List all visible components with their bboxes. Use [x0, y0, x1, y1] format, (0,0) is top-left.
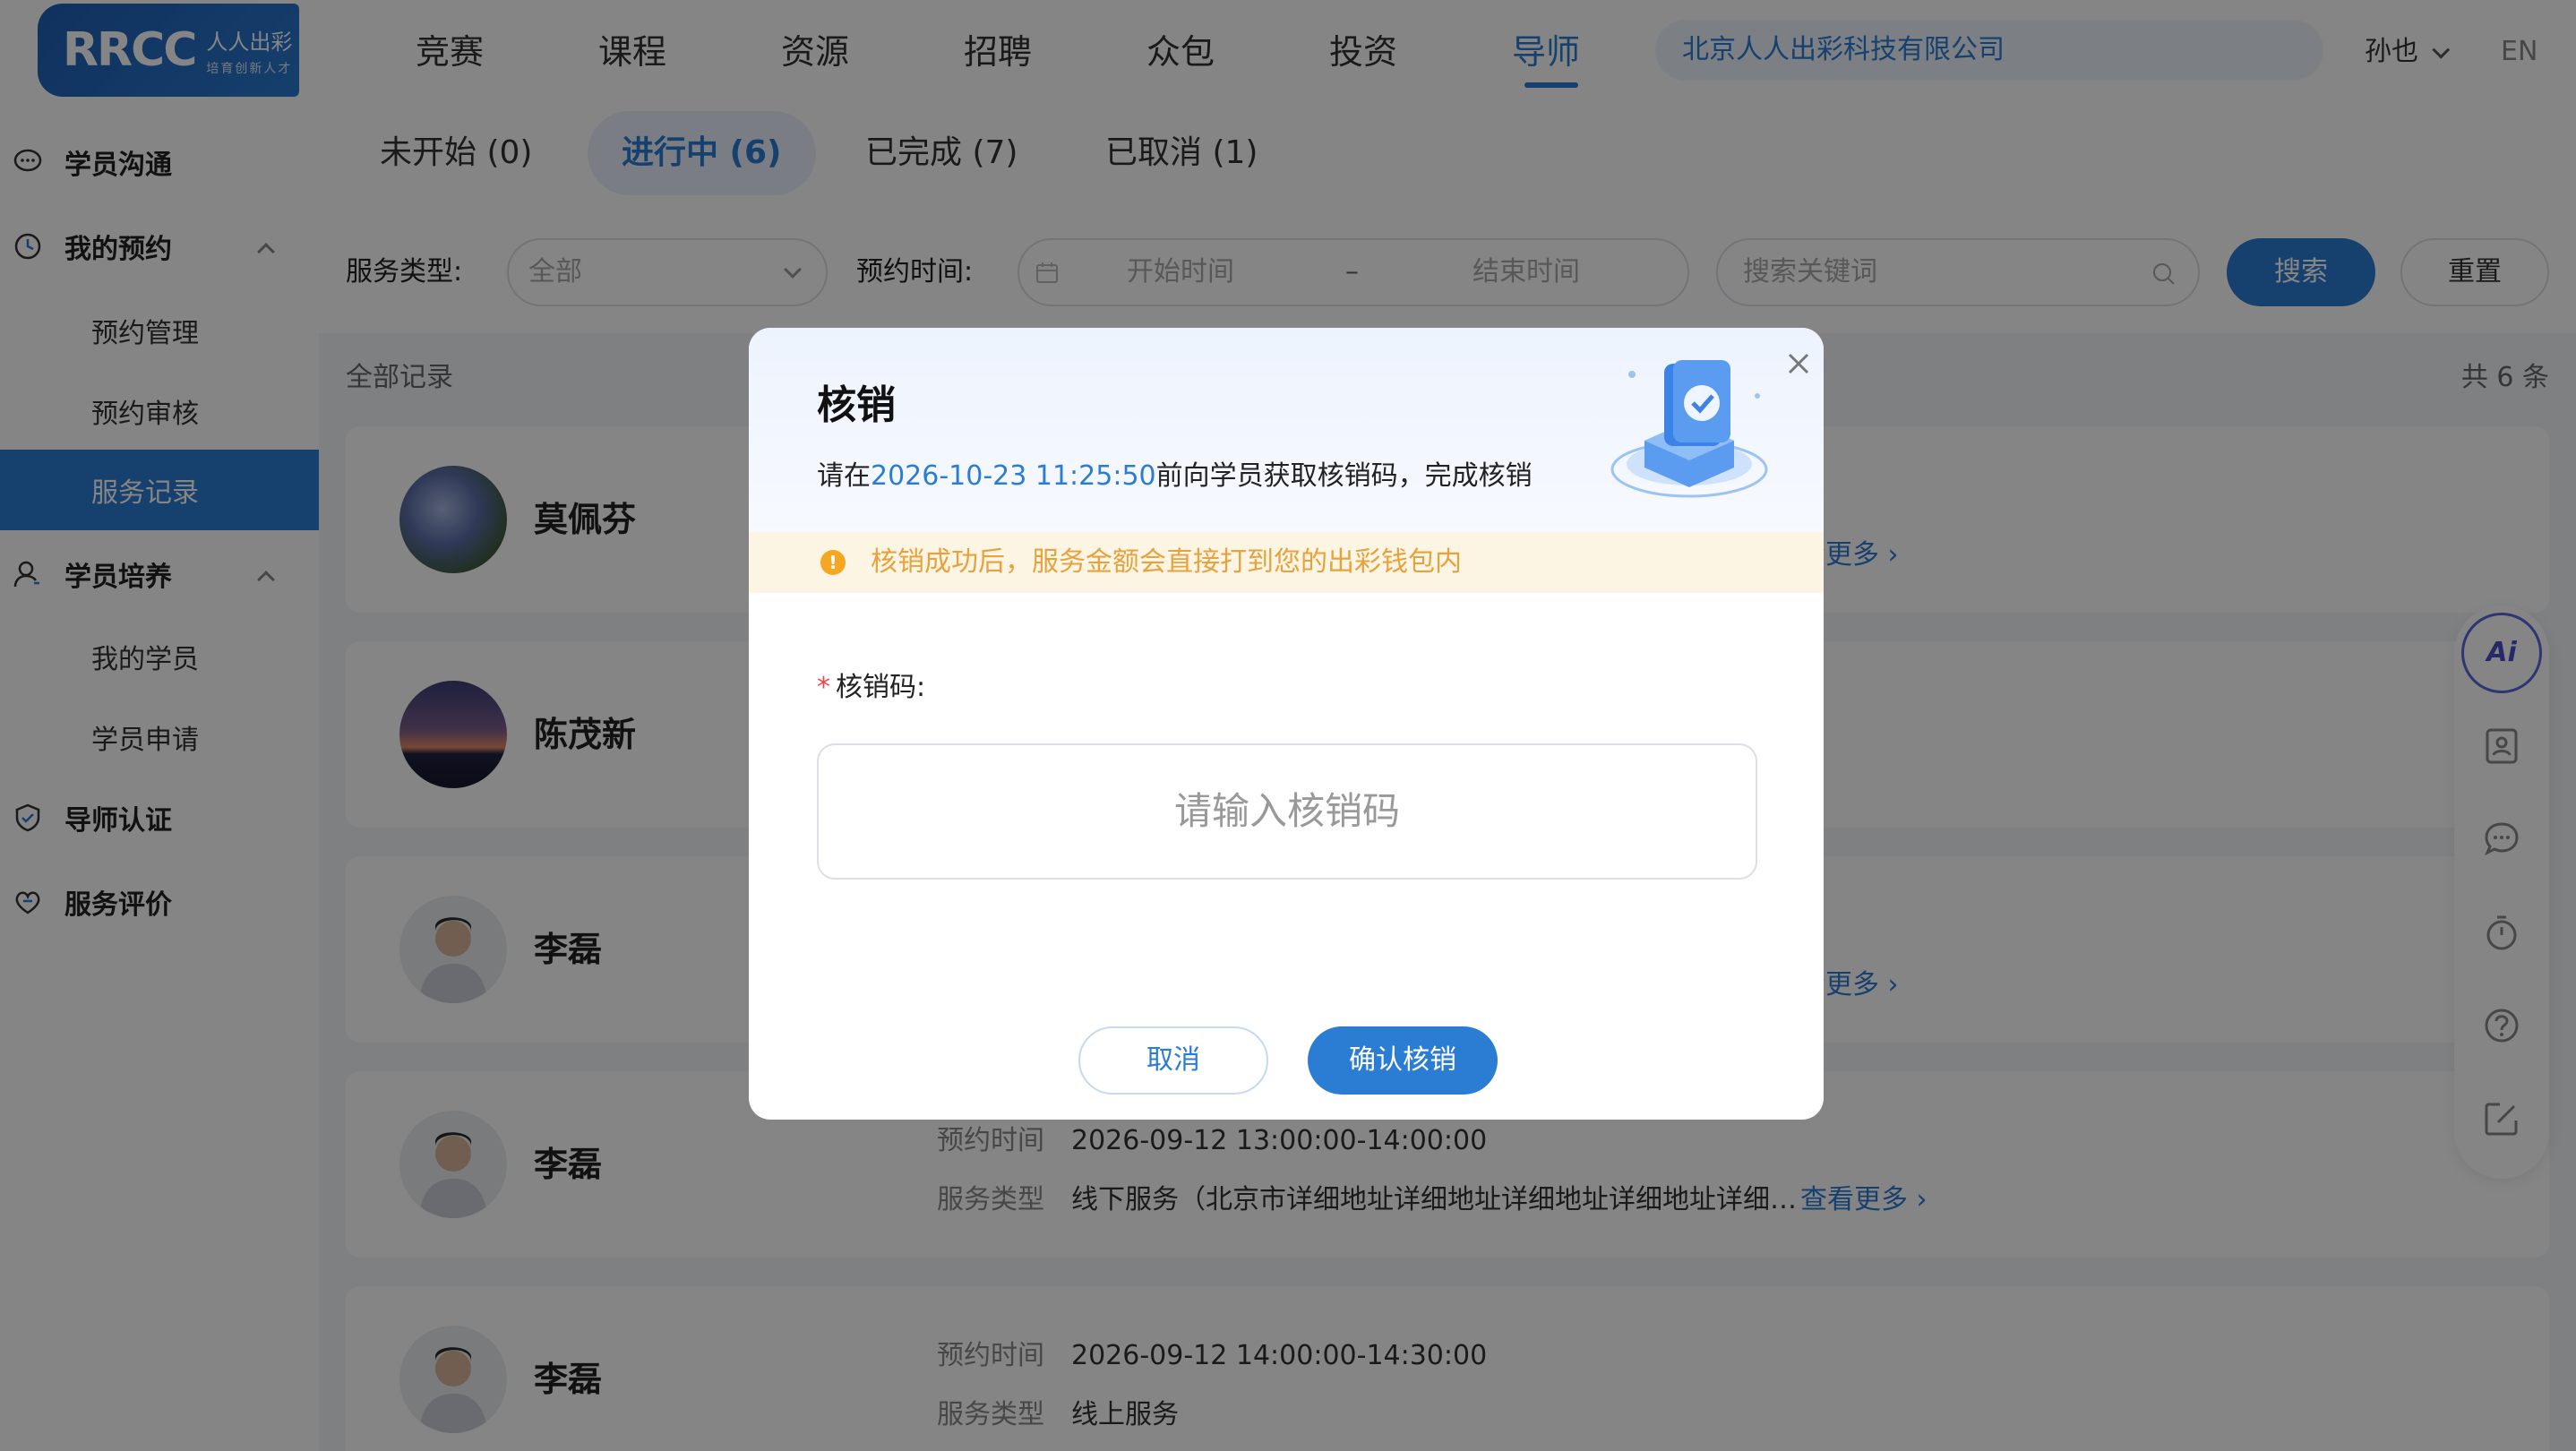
desc-suffix: 前向学员获取核销码，完成核销: [1155, 460, 1533, 492]
deadline-time: 2026-10-23 11:25:50: [871, 460, 1156, 492]
warning-icon: !: [820, 550, 846, 575]
confirm-verification-button[interactable]: 确认核销: [1308, 1026, 1498, 1095]
cancel-button[interactable]: 取消: [1078, 1026, 1268, 1095]
dialog-description: 请在2026-10-23 11:25:50前向学员获取核销码，完成核销: [817, 453, 1533, 493]
required-mark: *: [817, 672, 830, 703]
desc-prefix: 请在: [817, 460, 871, 492]
verification-code-input[interactable]: 请输入核销码: [817, 743, 1757, 880]
verification-code-label: * 核销码:: [817, 665, 925, 704]
dialog-title: 核销: [817, 382, 896, 428]
field-label-text: 核销码:: [836, 672, 926, 703]
verification-dialog: 核销 请在2026-10-23 11:25:50前向学员获取核销码，完成核销 !…: [749, 328, 1824, 1120]
close-icon[interactable]: [1781, 346, 1816, 382]
notice-text: 核销成功后，服务金额会直接打到您的出彩钱包内: [871, 546, 1462, 578]
verification-badge-illustration: [1610, 360, 1768, 498]
success-notice-bar: ! 核销成功后，服务金额会直接打到您的出彩钱包内: [749, 532, 1824, 593]
